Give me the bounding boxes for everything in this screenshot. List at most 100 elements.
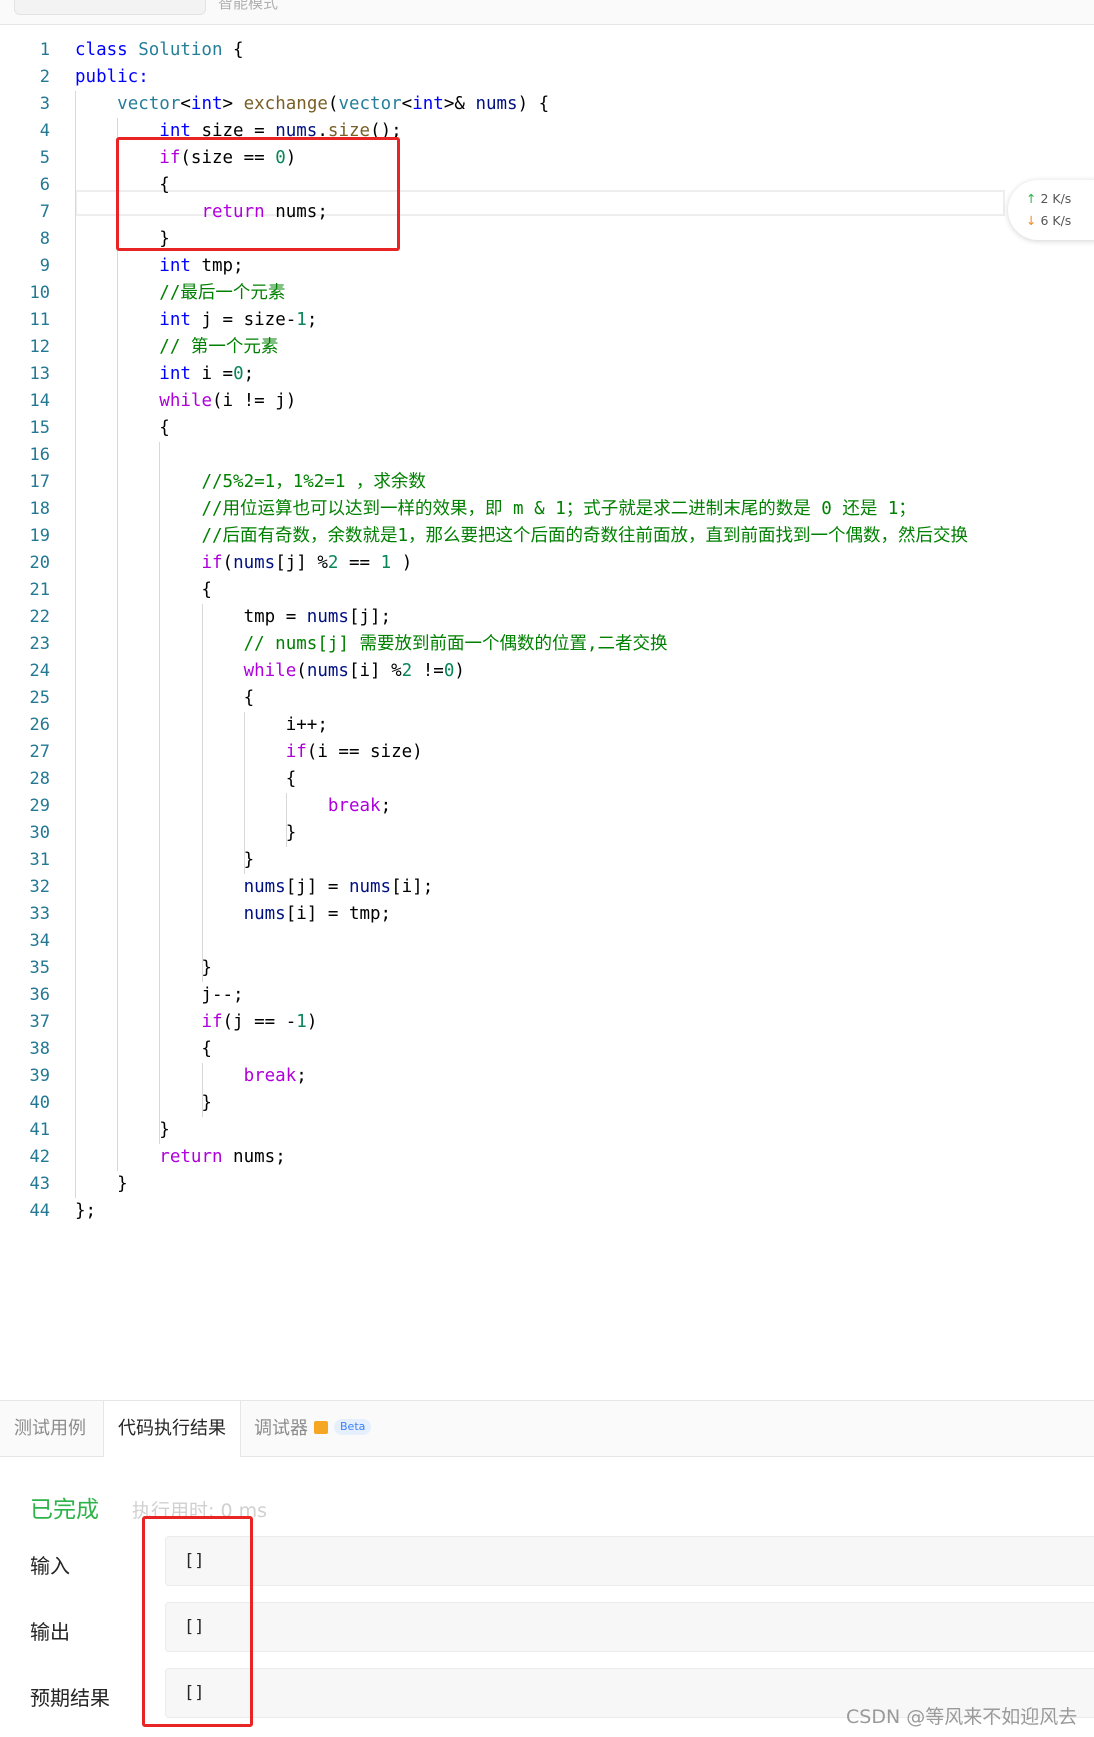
line-number: 5 [39,148,50,168]
code-line[interactable]: 25 { [0,685,1094,712]
code-line[interactable]: 39 break; [0,1063,1094,1090]
line-number: 19 [29,526,50,546]
line-number: 29 [29,796,50,816]
line-number: 6 [39,175,50,195]
watermark: CSDN @等风来不如迎风去 [846,1706,1078,1728]
output-label: 输出 [30,1620,70,1644]
code-line[interactable]: 28 { [0,766,1094,793]
code-line[interactable]: 3 vector<int> exchange(vector<int>& nums… [0,91,1094,118]
code-line[interactable]: 10 //最后一个元素 [0,280,1094,307]
line-number: 26 [29,715,50,735]
code-line[interactable]: 14 while(i != j) [0,388,1094,415]
upload-arrow-icon: ↑ [1026,191,1037,206]
code-line[interactable]: 15 { [0,415,1094,442]
line-number: 11 [29,310,50,330]
code-text: //最后一个元素 [159,283,286,303]
code-line[interactable]: 30 } [0,820,1094,847]
tab-run-result[interactable]: 代码执行结果 [103,1401,241,1457]
code-line[interactable]: 22 tmp = nums[j]; [0,604,1094,631]
code-text: public: [75,67,149,87]
tab-debugger[interactable]: 调试器 Beta [240,1401,385,1456]
code-line[interactable]: 2 public: [0,64,1094,91]
tab-testcases[interactable]: 测试用例 [0,1401,100,1456]
line-number: 1 [39,40,50,60]
code-text: { [75,1039,212,1059]
input-value-box: [] [165,1536,1094,1586]
line-number: 36 [29,985,50,1005]
code-line[interactable]: 23 // nums[j] 需要放到前面一个偶数的位置,二者交换 [0,631,1094,658]
code-text: { [75,580,212,600]
line-number: 7 [39,202,50,222]
code-text: //用位运算也可以达到一样的效果，即 m & 1；式子就是求二进制末尾的数是 0… [201,499,916,519]
code-line[interactable]: 16 [0,442,1094,469]
code-text: while(nums[i] %2 !=0) [243,661,465,681]
code-text: } [75,958,212,978]
code-line[interactable]: 33 nums[i] = tmp; [0,901,1094,928]
code-line[interactable]: 43 } [0,1171,1094,1198]
code-line[interactable]: 1 class Solution { [0,37,1094,64]
code-line[interactable]: 36 j--; [0,982,1094,1009]
tab-debugger-label: 调试器 [254,1418,308,1439]
code-line[interactable]: 34 [0,928,1094,955]
network-speed-widget: ↑ 2 K/s ↓ 6 K/s [1008,180,1094,240]
top-tab-1[interactable] [14,0,206,15]
code-line[interactable]: 37 if(j == -1) [0,1009,1094,1036]
code-line[interactable]: 27 if(i == size) [0,739,1094,766]
code-line[interactable]: 44}; [0,1198,1094,1225]
code-line[interactable]: 11 int j = size-1; [0,307,1094,334]
line-number: 3 [39,94,50,114]
code-text: }; [75,1201,97,1221]
code-text: nums[i] = tmp; [243,904,392,924]
indent-guide [201,604,203,982]
line-number: 35 [29,958,50,978]
code-text: } [75,1120,170,1140]
code-text: int j = size-1; [159,310,318,330]
line-number: 30 [29,823,50,843]
line-number: 22 [29,607,50,627]
code-line[interactable]: 40 } [0,1090,1094,1117]
code-text: if(i == size) [285,742,423,762]
code-line[interactable]: 19 //后面有奇数，余数就是1，那么要把这个后面的奇数往前面放，直到前面找到一… [0,523,1094,550]
download-speed: 6 K/s [1040,213,1072,228]
code-line[interactable]: 24 while(nums[i] %2 !=0) [0,658,1094,685]
code-text: //5%2=1，1%2=1 ，求余数 [201,472,426,492]
line-number: 15 [29,418,50,438]
line-number: 34 [29,931,50,951]
top-tab-mode[interactable]: 智能模式 [218,0,278,14]
line-number: 23 [29,634,50,654]
line-number: 40 [29,1093,50,1113]
lock-icon [314,1420,328,1434]
line-number: 18 [29,499,50,519]
code-text: //后面有奇数，余数就是1，那么要把这个后面的奇数往前面放，直到前面找到一个偶数… [201,526,969,546]
code-line[interactable]: 12 // 第一个元素 [0,334,1094,361]
code-line[interactable]: 38 { [0,1036,1094,1063]
line-number: 32 [29,877,50,897]
code-text: // 第一个元素 [159,337,279,357]
input-label: 输入 [30,1554,70,1578]
code-line[interactable]: 13 int i =0; [0,361,1094,388]
run-status: 已完成 [30,1497,99,1523]
indent-guide [159,442,161,1144]
code-text: } [75,850,255,870]
line-number: 42 [29,1147,50,1167]
code-line[interactable]: 9 int tmp; [0,253,1094,280]
code-line[interactable]: 31 } [0,847,1094,874]
code-line[interactable]: 21 { [0,577,1094,604]
line-number: 31 [29,850,50,870]
code-line[interactable]: 35 } [0,955,1094,982]
code-text: if(nums[j] %2 == 1 ) [201,553,413,573]
code-line[interactable]: 29 break; [0,793,1094,820]
line-number: 33 [29,904,50,924]
code-line[interactable]: 41 } [0,1117,1094,1144]
line-number: 21 [29,580,50,600]
code-line[interactable]: 18 //用位运算也可以达到一样的效果，即 m & 1；式子就是求二进制末尾的数… [0,496,1094,523]
line-number: 2 [39,67,50,87]
code-line[interactable]: 26 i++; [0,712,1094,739]
code-text: break; [327,796,392,816]
line-number: 39 [29,1066,50,1086]
code-line[interactable]: 20 if(nums[j] %2 == 1 ) [0,550,1094,577]
code-line[interactable]: 42 return nums; [0,1144,1094,1171]
code-line[interactable]: 17 //5%2=1，1%2=1 ，求余数 [0,469,1094,496]
line-number: 27 [29,742,50,762]
code-line[interactable]: 32 nums[j] = nums[i]; [0,874,1094,901]
